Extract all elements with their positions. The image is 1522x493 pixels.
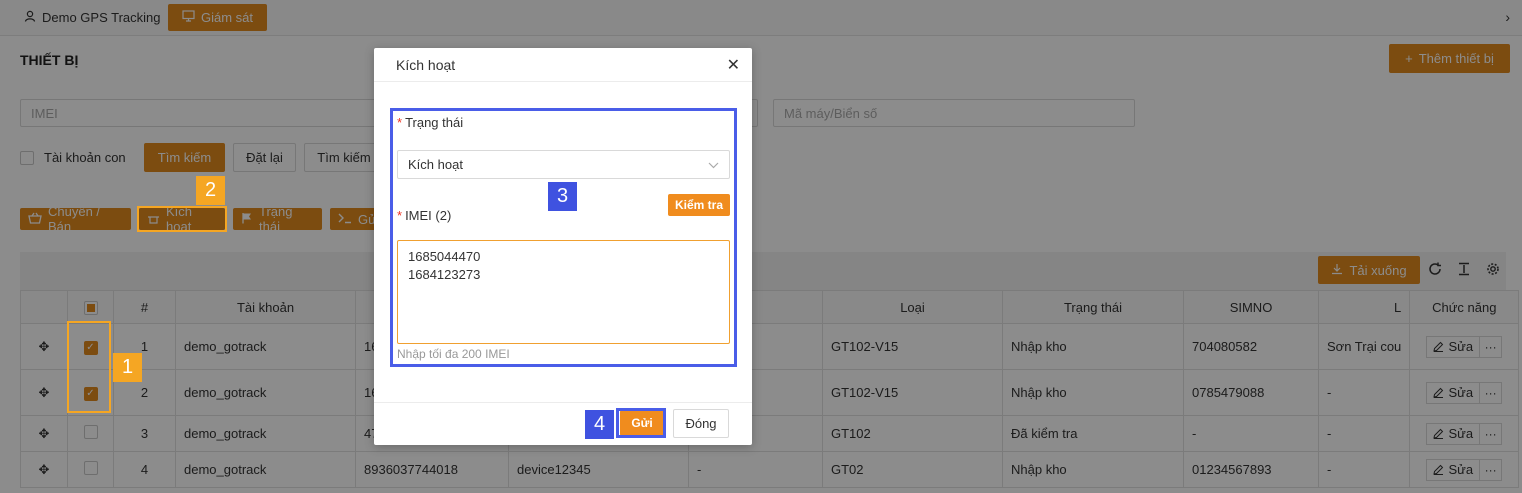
highlight-send-button: [616, 408, 666, 438]
highlight-form-area: [390, 108, 737, 367]
step-badge-2-top: 2: [196, 176, 225, 205]
step-badge-3: 3: [548, 182, 577, 211]
highlight-activate-button-top: [137, 206, 227, 232]
close-icon[interactable]: ✕: [727, 55, 740, 75]
step-badge-4: 4: [585, 410, 614, 439]
dialog-header: Kích hoạt ✕: [374, 48, 752, 82]
highlight-row-checkboxes-top: [67, 321, 111, 413]
dialog-title: Kích hoạt: [396, 57, 456, 73]
step-badge-1-top: 1: [113, 353, 142, 382]
modal-backdrop[interactable]: [0, 0, 1522, 493]
close-dialog-button[interactable]: Đóng: [673, 409, 729, 438]
